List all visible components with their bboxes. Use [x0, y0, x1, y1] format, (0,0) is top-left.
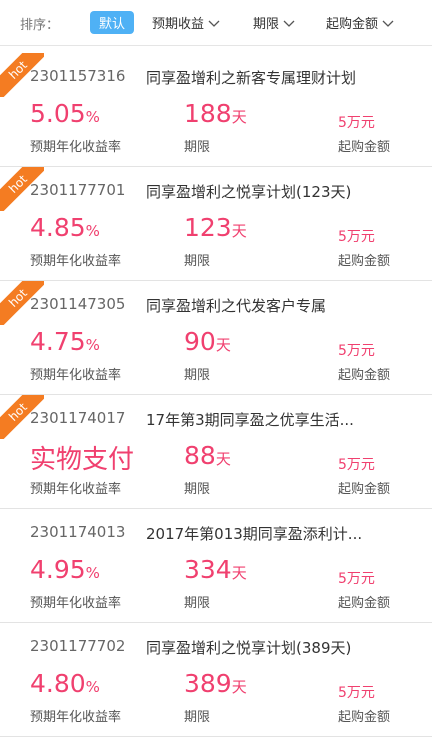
term-value: 123	[184, 213, 232, 242]
min-amount: 5万元	[338, 343, 375, 359]
min-amount: 5万元	[338, 571, 375, 587]
product-code: 2301174013	[30, 523, 126, 541]
term-unit: 天	[231, 678, 247, 696]
sort-option-label: 预期收益	[152, 17, 205, 32]
rate-label: 预期年化收益率	[30, 254, 122, 269]
term-value: 90	[184, 327, 216, 356]
product-item[interactable]: 2301177702 同享盈增利之悦享计划(389天) 4.80% 预期年化收益…	[0, 623, 432, 737]
product-title: 同享盈增利之新客专属理财计划	[146, 69, 357, 87]
expected-rate: 4.80%	[30, 669, 100, 698]
product-code: 2301147305	[30, 295, 126, 313]
product-title: 2017年第013期同享盈添利计...	[146, 525, 363, 543]
rate-label: 预期年化收益率	[30, 482, 122, 497]
rate-value: 5.05	[30, 99, 86, 128]
min-amount: 5万元	[338, 685, 375, 701]
min-amount-label: 起购金额	[338, 254, 391, 269]
term-value: 88	[184, 441, 216, 470]
term: 188天	[184, 99, 247, 128]
rate-label: 预期年化收益率	[30, 596, 122, 611]
term-label: 期限	[184, 596, 211, 611]
sort-bar: 排序： 默认 预期收益 期限 起购金额	[0, 0, 432, 46]
term-label: 期限	[184, 368, 211, 383]
term: 389天	[184, 669, 247, 698]
sort-option-label: 期限	[253, 17, 280, 32]
sort-min-amount[interactable]: 起购金额	[326, 13, 394, 32]
term-unit: 天	[215, 336, 231, 354]
product-item[interactable]: hot 2301157316 同享盈增利之新客专属理财计划 5.05% 预期年化…	[0, 53, 432, 167]
term: 123天	[184, 213, 247, 242]
term-unit: 天	[231, 564, 247, 582]
sort-option-label: 起购金额	[326, 17, 379, 32]
term: 90天	[184, 327, 231, 356]
chevron-down-icon	[382, 20, 394, 27]
rate-unit: %	[85, 108, 100, 126]
term-label: 期限	[184, 254, 211, 269]
product-code: 2301177702	[30, 637, 126, 655]
rate-value: 4.85	[30, 213, 86, 242]
product-title: 同享盈增利之代发客户专属	[146, 297, 327, 315]
product-item[interactable]: hot 2301147305 同享盈增利之代发客户专属 4.75% 预期年化收益…	[0, 281, 432, 395]
rate-value: 4.95	[30, 555, 86, 584]
rate-value: 4.80	[30, 669, 86, 698]
term-label: 期限	[184, 710, 211, 725]
rate-value: 4.75	[30, 327, 86, 356]
term-value: 334	[184, 555, 232, 584]
term-unit: 天	[231, 108, 247, 126]
rate-value: 实物支付	[30, 445, 135, 475]
expected-rate: 4.85%	[30, 213, 100, 242]
product-item[interactable]: hot 2301174017 17年第3期同享盈之优享生活... 实物支付 预期…	[0, 395, 432, 509]
min-amount-label: 起购金额	[338, 482, 391, 497]
rate-label: 预期年化收益率	[30, 140, 122, 155]
product-title: 同享盈增利之悦享计划(389天)	[146, 639, 352, 657]
sort-default-button[interactable]: 默认	[90, 11, 134, 34]
rate-label: 预期年化收益率	[30, 368, 122, 383]
term: 88天	[184, 441, 231, 470]
expected-rate: 4.75%	[30, 327, 100, 356]
product-code: 2301174017	[30, 409, 126, 427]
min-amount: 5万元	[338, 457, 375, 473]
rate-unit: %	[85, 678, 100, 696]
term-value: 389	[184, 669, 232, 698]
term-unit: 天	[231, 222, 247, 240]
term: 334天	[184, 555, 247, 584]
term-label: 期限	[184, 482, 211, 497]
sort-expected-return[interactable]: 预期收益	[152, 13, 220, 32]
term-label: 期限	[184, 140, 211, 155]
term-unit: 天	[215, 450, 231, 468]
rate-unit: %	[85, 564, 100, 582]
chevron-down-icon	[283, 20, 295, 27]
min-amount-label: 起购金额	[338, 596, 391, 611]
rate-label: 预期年化收益率	[30, 710, 122, 725]
min-amount: 5万元	[338, 115, 375, 131]
rate-unit: %	[85, 222, 100, 240]
min-amount-label: 起购金额	[338, 140, 391, 155]
sort-label: 排序：	[20, 18, 60, 33]
product-code: 2301177701	[30, 181, 126, 199]
product-code: 2301157316	[30, 67, 126, 85]
rate-unit: %	[85, 336, 100, 354]
min-amount-label: 起购金额	[338, 710, 391, 725]
product-list: hot 2301157316 同享盈增利之新客专属理财计划 5.05% 预期年化…	[0, 53, 432, 737]
product-item[interactable]: hot 2301177701 同享盈增利之悦享计划(123天) 4.85% 预期…	[0, 167, 432, 281]
expected-rate: 5.05%	[30, 99, 100, 128]
term-value: 188	[184, 99, 232, 128]
product-title: 17年第3期同享盈之优享生活...	[146, 411, 354, 429]
product-item[interactable]: 2301174013 2017年第013期同享盈添利计... 4.95% 预期年…	[0, 509, 432, 623]
min-amount: 5万元	[338, 229, 375, 245]
product-title: 同享盈增利之悦享计划(123天)	[146, 183, 352, 201]
sort-term[interactable]: 期限	[253, 13, 295, 32]
chevron-down-icon	[208, 20, 220, 27]
expected-rate: 4.95%	[30, 555, 100, 584]
min-amount-label: 起购金额	[338, 368, 391, 383]
expected-rate: 实物支付	[30, 439, 134, 476]
